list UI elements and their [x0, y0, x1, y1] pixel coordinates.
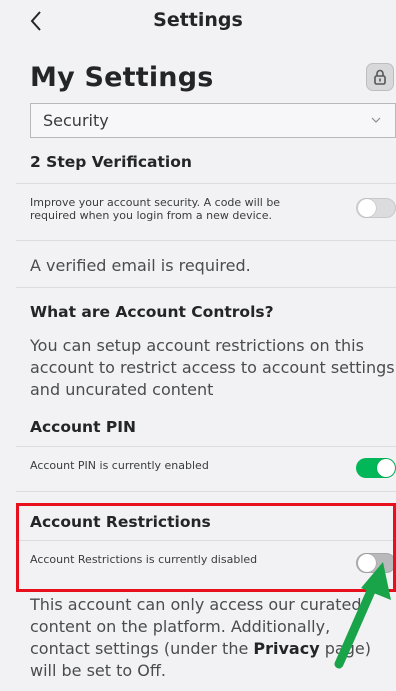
account-pin-toggle[interactable] — [356, 458, 396, 478]
divider — [16, 491, 396, 492]
chevron-down-icon — [371, 117, 381, 123]
divider — [16, 446, 396, 447]
divider — [16, 183, 396, 184]
annotation-arrow-icon — [334, 562, 391, 669]
privacy-link[interactable]: Privacy — [253, 639, 319, 658]
toggle-knob — [358, 199, 376, 217]
settings-category-select[interactable]: Security — [30, 103, 396, 138]
account-controls-description: You can setup account restrictions on th… — [30, 336, 395, 399]
top-bar-title: Settings — [153, 9, 243, 31]
account-pin-status: Account PIN is currently enabled — [30, 459, 209, 472]
page-title: My Settings — [30, 62, 214, 93]
account-pin-heading: Account PIN — [30, 418, 136, 436]
verified-email-note: A verified email is required. — [30, 256, 251, 275]
account-controls-heading: What are Account Controls? — [30, 303, 274, 321]
two-step-toggle[interactable] — [356, 198, 396, 218]
lock-icon — [374, 69, 386, 85]
top-bar: Settings — [0, 0, 396, 44]
divider — [16, 240, 396, 241]
two-step-description: Improve your account security. A code wi… — [30, 196, 281, 222]
divider — [16, 287, 396, 288]
two-step-heading: 2 Step Verification — [30, 153, 192, 171]
toggle-knob — [377, 459, 395, 477]
settings-category-value: Security — [43, 111, 109, 130]
lock-button[interactable] — [366, 63, 394, 91]
